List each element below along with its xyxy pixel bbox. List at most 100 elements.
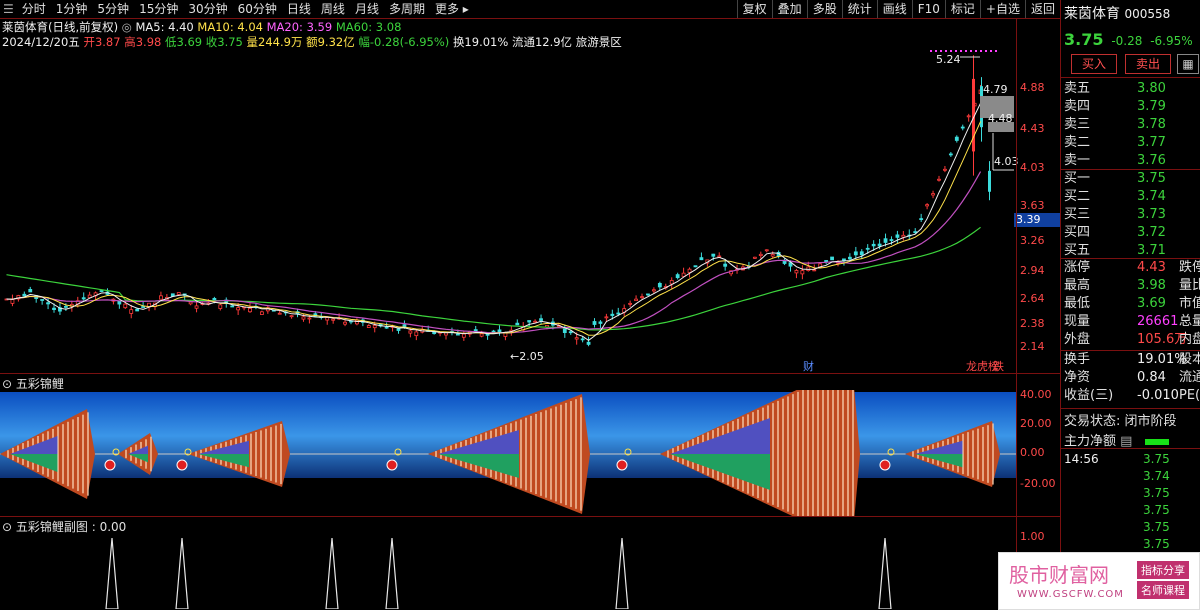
menu-icon[interactable]: ☰ (0, 2, 17, 16)
panel3-axis-1: 1.00 (1020, 530, 1045, 543)
stat2-row-ext: PE(动) (1179, 388, 1200, 403)
toolbar-action-6[interactable]: 标记 (944, 0, 980, 18)
marker-ball-4 (879, 459, 891, 471)
toolbar-period-3[interactable]: 15分钟 (134, 0, 183, 18)
quote-amount: 额9.32亿 (306, 35, 355, 49)
bid-row-2[interactable]: 买三 3.73 (1061, 206, 1200, 224)
toolbar-action-5[interactable]: F10 (911, 0, 945, 18)
chart-name-tag: 莱茵体育(日线,前复权) (2, 20, 119, 34)
watermark-tag2: 名师课程 (1137, 581, 1189, 599)
panel2-collapse-icon[interactable]: ⊙ (2, 377, 12, 391)
stat2-row-2[interactable]: 收益(三) -0.010PE(动) (1061, 387, 1200, 405)
toolbar-period-1[interactable]: 1分钟 (51, 0, 93, 18)
main-axis-label-4: 3.26 (1020, 234, 1045, 247)
main-net-row[interactable]: 主力净额 ▤ (1064, 430, 1169, 449)
stat-row-label: 现量 (1064, 314, 1091, 329)
buy-button[interactable]: 买入 (1071, 54, 1117, 74)
toolbar-period-5[interactable]: 60分钟 (233, 0, 282, 18)
bid-row-label: 买四 (1064, 225, 1091, 240)
stat-row-value: 3.69 (1137, 296, 1166, 311)
stat-row-ext: 内盘 (1179, 332, 1200, 347)
annot-p3: 4.03 (994, 155, 1019, 168)
toolbar-period-7[interactable]: 周线 (316, 0, 350, 18)
main-axis-label-8: 2.14 (1020, 340, 1045, 353)
chart-toolbar: ☰ 分时 1分钟 5分钟 15分钟 30分钟 60分钟 日线 周线 月线 多周期 更多 ▸ 复权 叠加多… (0, 0, 1060, 19)
stat2-row-label: 收益(三) (1064, 388, 1114, 403)
quote-info-line: 2024/12/20五 开3.87 高3.98 低3.69 收3.75 量244… (2, 34, 622, 50)
annot-low-value: 2.05 (519, 350, 544, 363)
ma20-line (6, 171, 982, 334)
toolbar-action-7[interactable]: +自选 (979, 0, 1025, 18)
stat2-row-value: 0.84 (1137, 370, 1166, 385)
main-net-icon[interactable]: ▤ (1120, 434, 1132, 449)
main-axis-label-5: 2.94 (1020, 264, 1045, 277)
stat2-row-value: -0.010 (1137, 388, 1179, 403)
stat-row-0[interactable]: 涨停 4.43 跌停 (1061, 259, 1200, 277)
marker-cai[interactable]: 财 (803, 358, 814, 374)
bid-row-1[interactable]: 买二 3.74 (1061, 188, 1200, 206)
tick-row-3: 3.75 (1143, 503, 1170, 517)
panel2-axis-label-1: 20.00 (1020, 417, 1052, 430)
toolbar-period-8[interactable]: 月线 (350, 0, 384, 18)
stat-row-4[interactable]: 外盘 105.6万 内盘 (1061, 331, 1200, 349)
bid-row-0[interactable]: 买一 3.75 (1061, 170, 1200, 188)
spike-4 (615, 537, 629, 609)
ask-row-0[interactable]: 卖五 3.80 (1061, 80, 1200, 98)
toolbar-period-4[interactable]: 30分钟 (183, 0, 232, 18)
stat2-row-label: 换手 (1064, 352, 1091, 367)
toolbar-period-9[interactable]: 多周期 (384, 0, 430, 18)
toolbar-period-0[interactable]: 分时 (17, 0, 51, 18)
sidebar-stock-header: 莱茵体育 000558 (1064, 3, 1170, 23)
tick-row-1: 3.74 (1143, 469, 1170, 483)
marker-ball-1 (176, 459, 188, 471)
toolbar-action-4[interactable]: 画线 (876, 0, 912, 18)
stat-row-2[interactable]: 最低 3.69 市值 (1061, 295, 1200, 313)
ask-row-3[interactable]: 卖二 3.77 (1061, 134, 1200, 152)
ask-row-value: 3.80 (1137, 81, 1166, 96)
main-axis-label-1: 4.43 (1020, 122, 1045, 135)
toolbar-action-8[interactable]: 返回 (1024, 0, 1060, 18)
panel2-axis-label-2: 0.00 (1020, 446, 1045, 459)
marker-die[interactable]: 跌 (993, 358, 1004, 374)
toolbar-action-3[interactable]: 统计 (841, 0, 877, 18)
toolbar-action-2[interactable]: 多股 (806, 0, 842, 18)
tick-row-2: 3.75 (1143, 486, 1170, 500)
ask-row-4[interactable]: 卖一 3.76 (1061, 152, 1200, 170)
quote-change: 幅-0.28(-6.95%) (358, 35, 450, 49)
watermark-tag1: 指标分享 (1137, 561, 1189, 579)
sell-button[interactable]: 卖出 (1125, 54, 1171, 74)
settings-icon[interactable]: ◎ (122, 20, 132, 34)
marker-ball-3 (616, 459, 628, 471)
ask-row-1[interactable]: 卖四 3.79 (1061, 98, 1200, 116)
toolbar-action-0[interactable]: 复权 (736, 0, 772, 18)
annot-low: ←2.05 (510, 350, 544, 363)
grid-icon[interactable]: ▦ (1177, 54, 1199, 74)
wucai-jinli-sub-indicator[interactable] (0, 532, 1016, 609)
sidebar-change: -0.28 (1111, 34, 1143, 48)
ask-row-value: 3.79 (1137, 99, 1166, 114)
candlestick-chart[interactable] (0, 50, 1016, 372)
ask-row-2[interactable]: 卖三 3.78 (1061, 116, 1200, 134)
wucai-jinli-indicator[interactable] (0, 390, 1016, 516)
main-axis-label-2: 4.03 (1020, 161, 1045, 174)
toolbar-period-10[interactable]: 更多 ▸ (430, 0, 474, 18)
stat-row-3[interactable]: 现量 26661 总量 (1061, 313, 1200, 331)
toolbar-period-6[interactable]: 日线 (282, 0, 316, 18)
annot-p1: 4.79 (983, 83, 1008, 96)
stat2-row-0[interactable]: 换手 19.01% 股本 (1061, 351, 1200, 369)
stat-row-label: 最高 (1064, 278, 1091, 293)
stat2-row-ext: 流通 (1179, 370, 1200, 385)
ask-row-label: 卖三 (1064, 117, 1091, 132)
ask-row-label: 卖四 (1064, 99, 1091, 114)
bid-row-3[interactable]: 买四 3.72 (1061, 224, 1200, 242)
stat-row-1[interactable]: 最高 3.98 量比 (1061, 277, 1200, 295)
sidebar-stock-code: 000558 (1124, 7, 1171, 21)
toolbar-action-1[interactable]: 叠加 (771, 0, 807, 18)
quote-close: 收3.75 (205, 35, 243, 49)
stat2-row-1[interactable]: 净资 0.84 流通 (1061, 369, 1200, 387)
panel2-axis-label-3: -20.00 (1020, 477, 1056, 490)
candles-group (4, 55, 991, 347)
toolbar-period-2[interactable]: 5分钟 (92, 0, 134, 18)
quote-volume: 量244.9万 (246, 35, 303, 49)
stat-row-label: 最低 (1064, 296, 1091, 311)
